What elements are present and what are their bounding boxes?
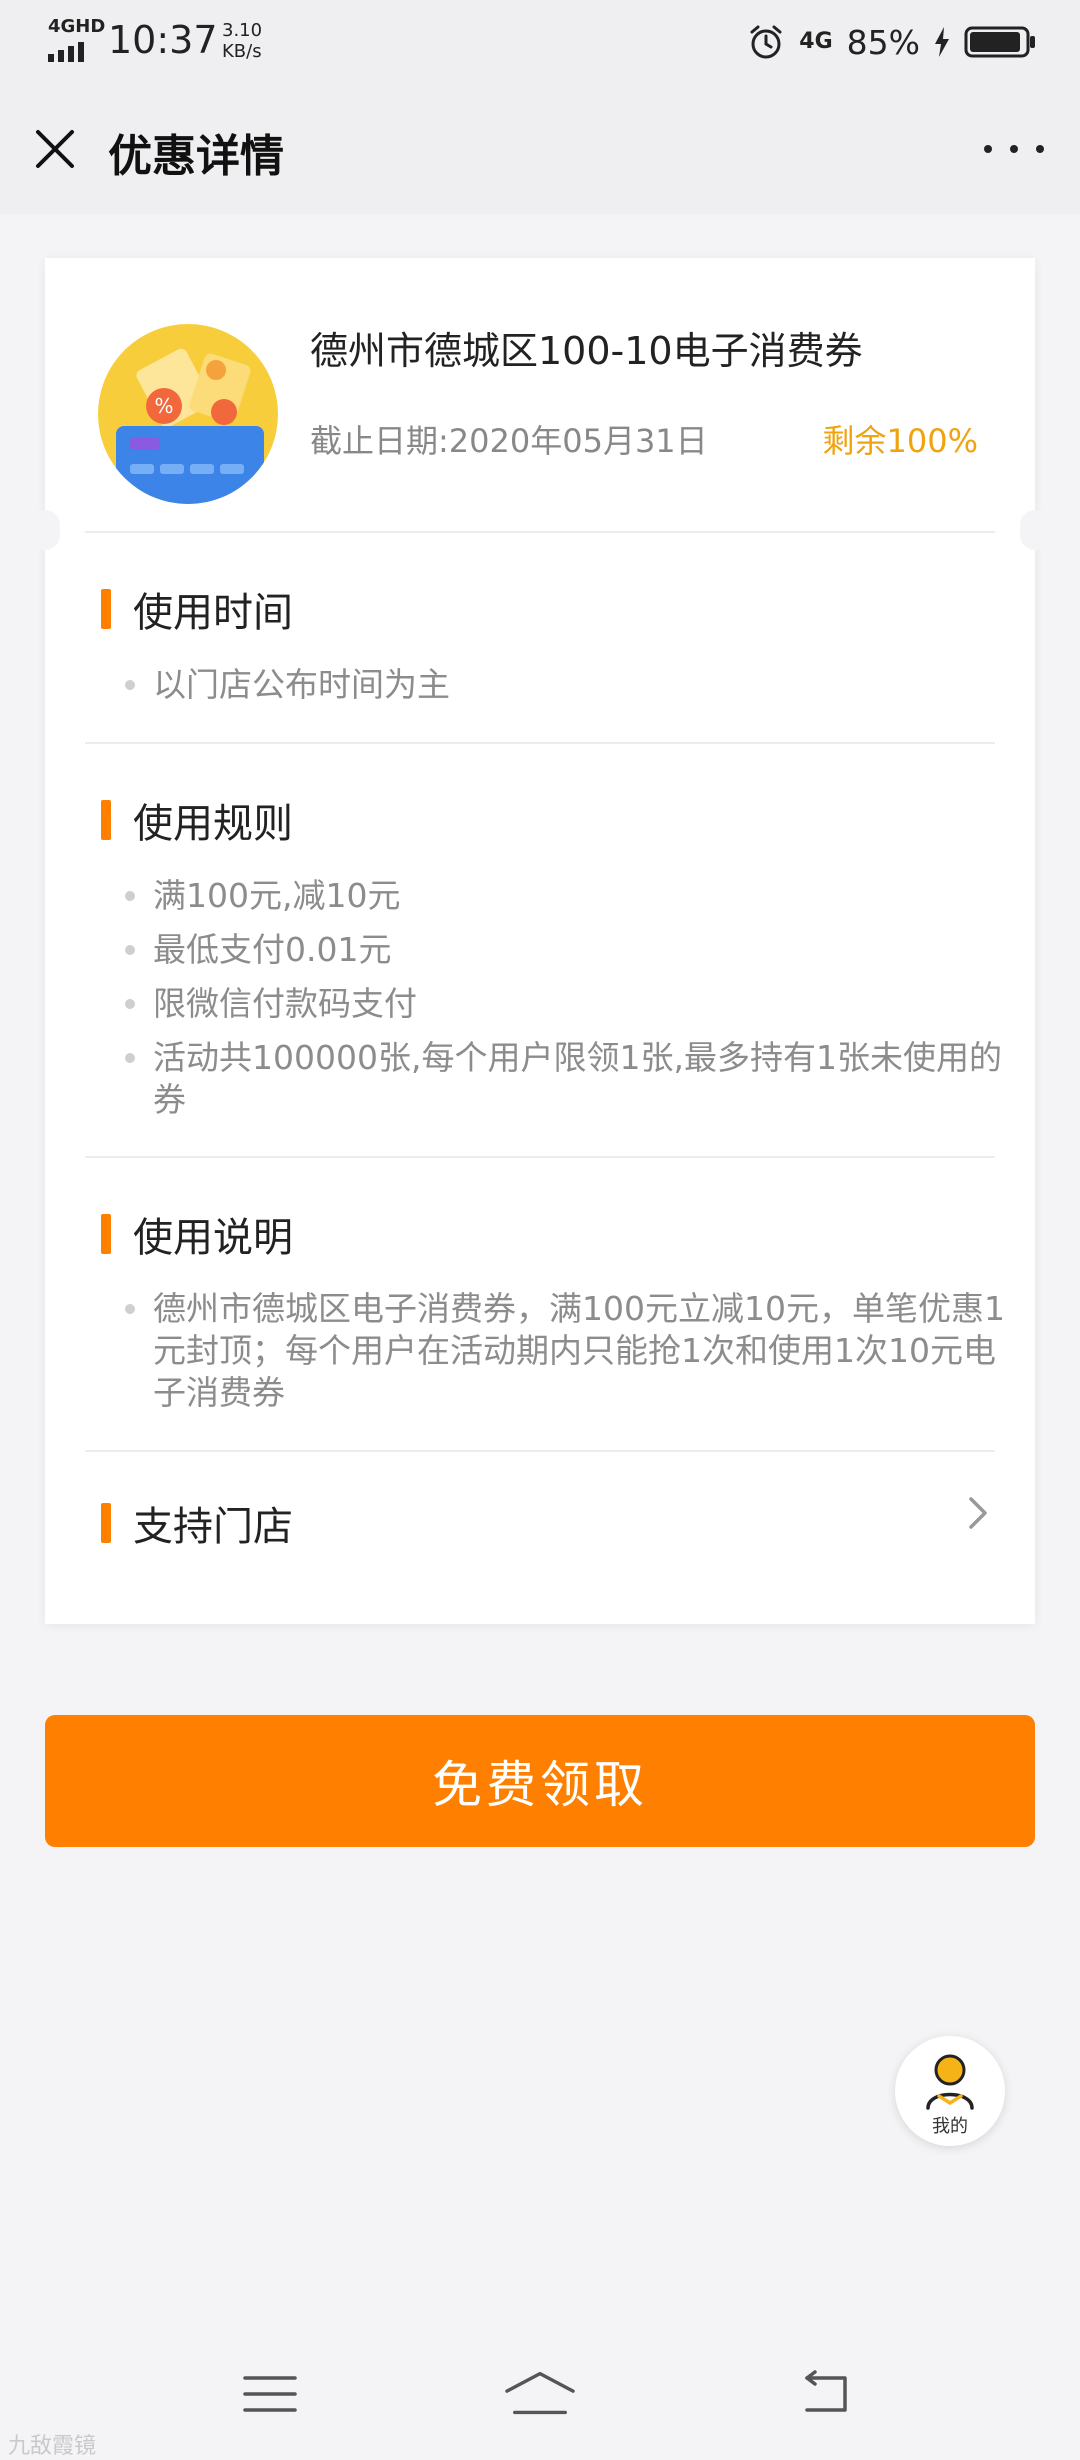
list-item: 最低支付0.01元: [125, 929, 1005, 971]
section-accent: [101, 1214, 111, 1254]
section-accent: [101, 800, 111, 840]
coupon-expiry: 截止日期:2020年05月31日: [310, 422, 708, 460]
speed-value: 3.10: [222, 20, 263, 41]
supported-stores-row[interactable]: 支持门店: [45, 1452, 1035, 1582]
status-bar: 4GHD 10:37 3.10 KB/s 4G 85%: [0, 0, 1080, 84]
app-header: 优惠详情: [0, 84, 1080, 214]
user-icon: [926, 2054, 974, 2110]
home-icon: [505, 2371, 575, 2415]
divider: [85, 742, 995, 744]
list-item: 限微信付款码支付: [125, 983, 1005, 1025]
svg-text:%: %: [154, 394, 173, 418]
network-indicator: 4GHD: [46, 16, 106, 62]
section-accent: [101, 589, 111, 629]
network-type: 4G: [799, 29, 833, 54]
menu-button[interactable]: [235, 2364, 305, 2424]
page-title: 优惠详情: [108, 131, 284, 182]
network-speed: 3.10 KB/s: [222, 20, 262, 62]
more-button[interactable]: [984, 124, 1044, 174]
section-title-rules: 使用规则: [101, 791, 293, 849]
section-accent: [101, 1503, 111, 1543]
battery-icon: [964, 26, 1035, 58]
section-title-stores: 支持门店: [101, 1494, 293, 1552]
close-button[interactable]: [24, 118, 86, 180]
my-account-label: 我的: [932, 2116, 968, 2137]
system-nav-bar: [0, 2330, 1080, 2460]
battery-percent: 85%: [846, 22, 920, 62]
close-icon: [36, 130, 74, 168]
divider: [85, 531, 995, 533]
coupon-title: 德州市德城区100-10电子消费券: [310, 329, 863, 373]
usage-time-list: 以门店公布时间为主: [125, 664, 1005, 718]
list-item: 活动共100000张,每个用户限领1张,最多持有1张未使用的券: [125, 1037, 1005, 1121]
chevron-right-icon: [969, 1497, 987, 1529]
charging-icon: [935, 27, 949, 57]
watermark: 九敌霞镜: [8, 2434, 97, 2459]
section-title-usage-time: 使用时间: [101, 580, 293, 638]
back-icon: [805, 2370, 847, 2412]
back-button[interactable]: [790, 2364, 860, 2424]
coupon-icon: %: [98, 324, 278, 504]
signal-icon: [48, 42, 84, 62]
coupon-remaining: 剩余100%: [822, 422, 979, 460]
my-account-button[interactable]: 我的: [895, 2036, 1005, 2146]
speed-unit: KB/s: [222, 41, 262, 62]
home-button[interactable]: [505, 2364, 575, 2424]
instructions-list: 德州市德城区电子消费券，满100元立减10元，单笔优惠1元封顶；每个用户在活动期…: [125, 1288, 1005, 1426]
menu-icon: [243, 2376, 297, 2412]
clock: 10:37: [108, 18, 218, 62]
list-item: 德州市德城区电子消费券，满100元立减10元，单笔优惠1元封顶；每个用户在活动期…: [125, 1288, 1005, 1414]
list-item: 以门店公布时间为主: [125, 664, 1005, 706]
section-title-instructions: 使用说明: [101, 1205, 293, 1263]
alarm-icon: [750, 25, 782, 59]
network-label: 4GHD: [48, 16, 106, 37]
more-icon: [984, 145, 992, 153]
claim-button[interactable]: 免费领取: [45, 1715, 1035, 1847]
rules-list: 满100元,减10元 最低支付0.01元 限微信付款码支付 活动共100000张…: [125, 875, 1005, 1133]
card-notch: [1020, 510, 1050, 550]
status-icons: 4G 85%: [747, 20, 1036, 64]
coupon-card: % 德州市德城区100-10电子消费券 截止日期:2020年05月31日 剩余1…: [30, 258, 1050, 1624]
list-item: 满100元,减10元: [125, 875, 1005, 917]
card-notch: [30, 510, 60, 550]
divider: [85, 1156, 995, 1158]
